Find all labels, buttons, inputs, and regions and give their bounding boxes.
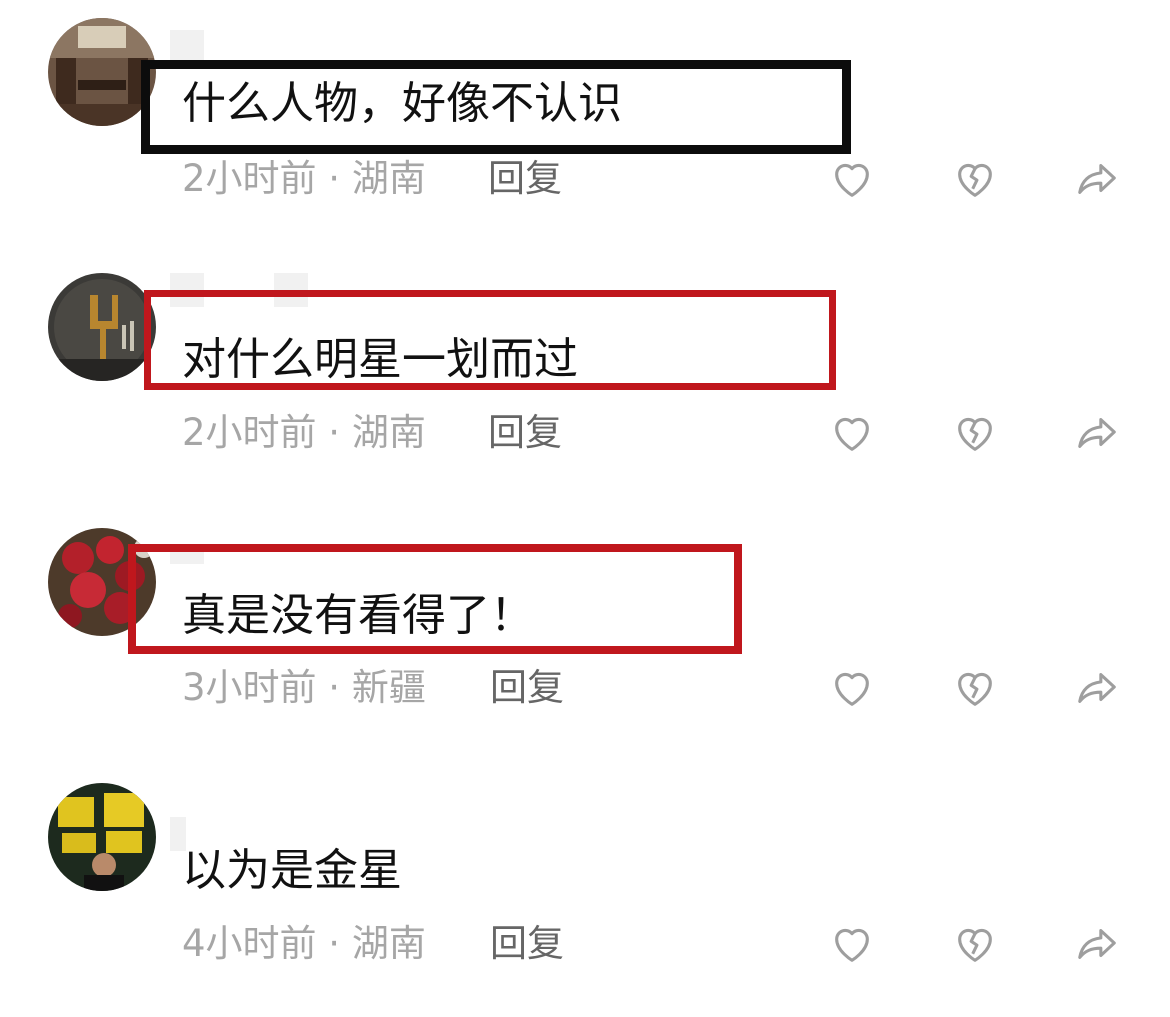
comment-text: 以为是金星 — [182, 845, 402, 896]
user-avatar[interactable] — [48, 18, 156, 126]
like-button[interactable] — [829, 156, 875, 202]
share-arrow-icon — [1078, 929, 1116, 959]
username-masked[interactable] — [170, 546, 204, 580]
dislike-button[interactable] — [952, 921, 998, 967]
comment-location: 湖南 — [351, 411, 426, 454]
meta-separator: · — [316, 157, 352, 200]
heart-icon — [835, 163, 869, 197]
heart-icon — [835, 672, 869, 706]
comment-time: 2小时前 — [182, 157, 317, 200]
comment-meta: 4小时前 · 湖南 — [182, 919, 426, 969]
reply-button[interactable]: 回复 — [488, 408, 562, 458]
comment-location: 新疆 — [351, 666, 426, 709]
broken-heart-icon — [958, 672, 992, 706]
comment-text: 什么人物，好像不认识 — [182, 78, 622, 129]
comment-item: 什么人物，好像不认识 2小时前 · 湖南 回复 — [0, 0, 1170, 250]
broken-heart-icon — [958, 163, 992, 197]
comment-time: 2小时前 — [182, 411, 317, 454]
like-button[interactable] — [829, 410, 875, 456]
reply-button[interactable]: 回复 — [488, 154, 562, 204]
meta-separator: · — [316, 922, 352, 965]
username-masked[interactable] — [170, 273, 308, 307]
share-button[interactable] — [1074, 921, 1120, 967]
share-arrow-icon — [1078, 418, 1116, 448]
comment-item: 对什么明星一划而过 2小时前 · 湖南 回复 — [0, 255, 1170, 505]
broken-heart-icon — [958, 928, 992, 962]
comment-time: 4小时前 — [182, 922, 317, 965]
like-button[interactable] — [829, 665, 875, 711]
dislike-button[interactable] — [952, 156, 998, 202]
reply-button[interactable]: 回复 — [490, 919, 564, 969]
comment-text: 真是没有看得了！ — [182, 590, 534, 641]
comment-time: 3小时前 — [182, 666, 317, 709]
user-avatar[interactable] — [48, 528, 156, 636]
user-avatar[interactable] — [48, 273, 156, 381]
share-arrow-icon — [1078, 673, 1116, 703]
comment-meta: 2小时前 · 湖南 — [182, 154, 426, 204]
heart-icon — [835, 417, 869, 451]
like-button[interactable] — [829, 921, 875, 967]
share-button[interactable] — [1074, 665, 1120, 711]
heart-icon — [835, 928, 869, 962]
dislike-button[interactable] — [952, 665, 998, 711]
comment-item: 以为是金星 4小时前 · 湖南 回复 — [0, 765, 1170, 1015]
comment-text: 对什么明星一划而过 — [182, 334, 578, 385]
user-avatar[interactable] — [48, 783, 156, 891]
comment-location: 湖南 — [351, 922, 426, 965]
meta-separator: · — [316, 666, 352, 709]
comment-item: 真是没有看得了！ 3小时前 · 新疆 回复 — [0, 510, 1170, 760]
share-arrow-icon — [1078, 164, 1116, 194]
share-button[interactable] — [1074, 410, 1120, 456]
dislike-button[interactable] — [952, 410, 998, 456]
reply-button[interactable]: 回复 — [490, 663, 564, 713]
broken-heart-icon — [958, 417, 992, 451]
comment-location: 湖南 — [351, 157, 426, 200]
username-masked[interactable] — [170, 30, 204, 64]
share-button[interactable] — [1074, 156, 1120, 202]
meta-separator: · — [316, 411, 352, 454]
comment-meta: 2小时前 · 湖南 — [182, 408, 426, 458]
comment-meta: 3小时前 · 新疆 — [182, 663, 426, 713]
